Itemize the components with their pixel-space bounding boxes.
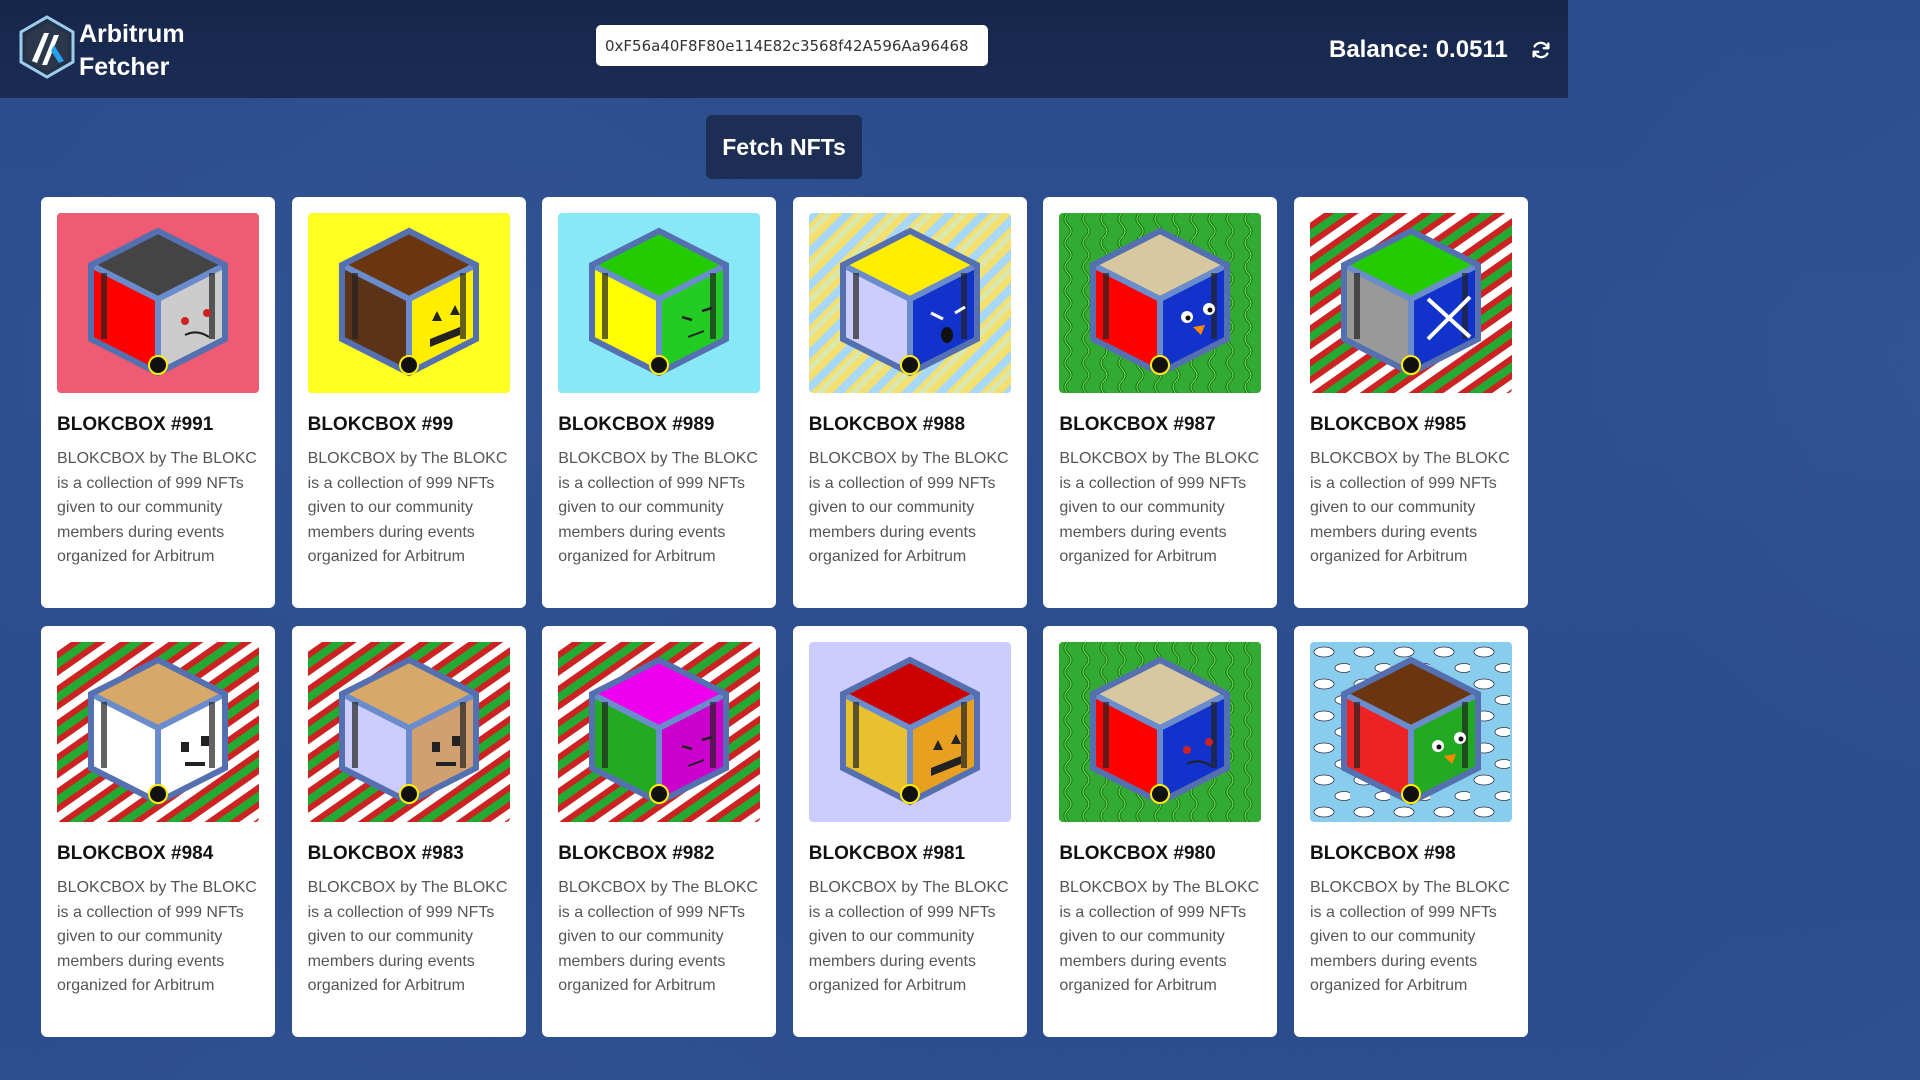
nft-description: BLOKCBOX by The BLOKC is a collection of… <box>307 450 508 565</box>
nft-title: BLOKCBOX #987 <box>1059 414 1216 435</box>
nft-image[interactable] <box>307 642 510 822</box>
nft-card[interactable]: BLOKCBOX #988 BLOKCBOX by The BLOKC is a… <box>792 197 1027 608</box>
nft-image[interactable] <box>1059 213 1262 393</box>
nft-title: BLOKCBOX #99 <box>307 414 454 435</box>
nft-image[interactable] <box>1309 213 1512 393</box>
nft-description: BLOKCBOX by The BLOKC is a collection of… <box>57 879 257 994</box>
nft-image[interactable] <box>57 642 259 822</box>
nft-card[interactable]: BLOKCBOX #983 BLOKCBOX by The BLOKC is a… <box>291 626 526 1037</box>
balance-display: Balance: 0.0511 <box>1329 36 1508 63</box>
nft-title: BLOKCBOX #991 <box>57 414 214 435</box>
app-header: Arbitrum Fetcher Balance: 0.0511 <box>0 0 1568 98</box>
nft-card[interactable]: BLOKCBOX #989 BLOKCBOX by The BLOKC is a… <box>542 197 777 608</box>
nft-image[interactable] <box>808 213 1011 393</box>
nft-description: BLOKCBOX by The BLOKC is a collection of… <box>57 450 257 565</box>
nft-title: BLOKCBOX #988 <box>808 414 966 435</box>
nft-description: BLOKCBOX by The BLOKC is a collection of… <box>1309 879 1510 994</box>
refresh-icon[interactable] <box>1530 39 1552 61</box>
brand-line-1: Arbitrum <box>79 20 185 48</box>
nft-description: BLOKCBOX by The BLOKC is a collection of… <box>307 879 508 994</box>
nft-image[interactable] <box>558 642 761 822</box>
nft-image[interactable] <box>558 213 761 393</box>
nft-title: BLOKCBOX #984 <box>57 843 214 864</box>
nft-image[interactable] <box>1059 642 1262 822</box>
brand-name: Arbitrum Fetcher <box>79 18 185 84</box>
nft-description: BLOKCBOX by The BLOKC is a collection of… <box>1059 450 1260 565</box>
nft-card[interactable]: BLOKCBOX #99 BLOKCBOX by The BLOKC is a … <box>291 197 526 608</box>
nft-description: BLOKCBOX by The BLOKC is a collection of… <box>558 879 758 994</box>
nft-grid: BLOKCBOX #991 BLOKCBOX by The BLOKC is a… <box>41 197 1528 1037</box>
nft-image[interactable] <box>307 213 510 393</box>
nft-card[interactable]: BLOKCBOX #982 BLOKCBOX by The BLOKC is a… <box>542 626 777 1037</box>
nft-image[interactable] <box>808 642 1011 822</box>
nft-card[interactable]: BLOKCBOX #981 BLOKCBOX by The BLOKC is a… <box>792 626 1027 1037</box>
nft-description: BLOKCBOX by The BLOKC is a collection of… <box>808 450 1009 565</box>
nft-title: BLOKCBOX #98 <box>1309 843 1456 864</box>
fetch-nfts-button[interactable]: Fetch NFTs <box>706 115 862 179</box>
nft-title: BLOKCBOX #985 <box>1309 414 1467 435</box>
nft-title: BLOKCBOX #983 <box>307 843 464 864</box>
arbitrum-logo-icon[interactable] <box>18 15 76 79</box>
nft-image[interactable] <box>1309 642 1512 822</box>
nft-title: BLOKCBOX #982 <box>558 843 715 864</box>
nft-card[interactable]: BLOKCBOX #985 BLOKCBOX by The BLOKC is a… <box>1293 197 1528 608</box>
nft-card[interactable]: BLOKCBOX #991 BLOKCBOX by The BLOKC is a… <box>41 197 275 608</box>
wallet-address-input[interactable] <box>596 25 988 66</box>
nft-description: BLOKCBOX by The BLOKC is a collection of… <box>808 879 1009 994</box>
nft-card[interactable]: BLOKCBOX #984 BLOKCBOX by The BLOKC is a… <box>41 626 275 1037</box>
nft-card[interactable]: BLOKCBOX #98 BLOKCBOX by The BLOKC is a … <box>1293 626 1528 1037</box>
nft-title: BLOKCBOX #989 <box>558 414 715 435</box>
brand-line-2: Fetcher <box>79 53 170 81</box>
nft-description: BLOKCBOX by The BLOKC is a collection of… <box>1309 450 1510 565</box>
nft-description: BLOKCBOX by The BLOKC is a collection of… <box>1059 879 1260 994</box>
nft-description: BLOKCBOX by The BLOKC is a collection of… <box>558 450 758 565</box>
nft-title: BLOKCBOX #981 <box>808 843 966 864</box>
nft-title: BLOKCBOX #980 <box>1059 843 1216 864</box>
nft-image[interactable] <box>57 213 259 393</box>
nft-card[interactable]: BLOKCBOX #980 BLOKCBOX by The BLOKC is a… <box>1043 626 1278 1037</box>
nft-card[interactable]: BLOKCBOX #987 BLOKCBOX by The BLOKC is a… <box>1043 197 1278 608</box>
